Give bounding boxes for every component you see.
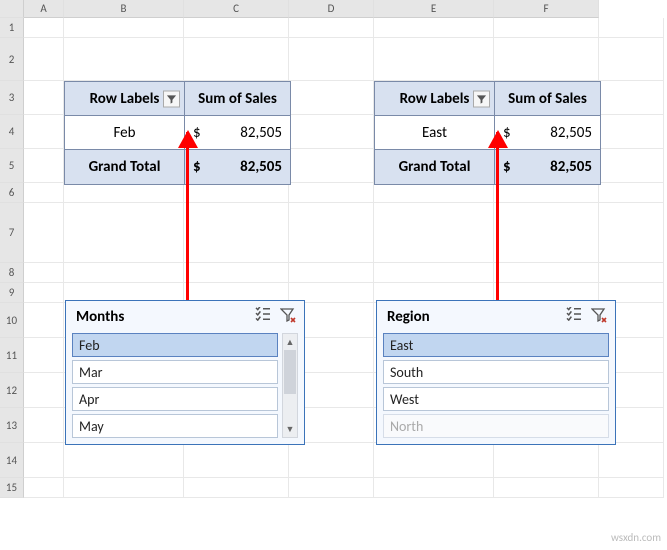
- row-header-12[interactable]: 12: [0, 373, 24, 408]
- clear-filter-icon[interactable]: [591, 307, 607, 327]
- slicer-region[interactable]: Region East South West North: [376, 300, 616, 445]
- row-header-14[interactable]: 14: [0, 443, 24, 478]
- scroll-down-icon[interactable]: ▼: [283, 421, 297, 437]
- pivot2-rowlabel-text: Row Labels: [400, 90, 470, 108]
- pivot1-grand-total-value: $82,505: [185, 150, 290, 184]
- row-header-2[interactable]: 2: [0, 38, 24, 81]
- pivot1-grand-total-label: Grand Total: [65, 150, 185, 184]
- slicer-item-north[interactable]: North: [383, 414, 609, 438]
- arrow-icon: [186, 132, 189, 327]
- slicer-months-title: Months: [76, 308, 124, 326]
- pivot1-data-label[interactable]: Feb: [65, 116, 185, 150]
- scrollbar[interactable]: ▲ ▼: [282, 333, 298, 438]
- pivot2-grand-total-value: $82,505: [495, 150, 600, 184]
- clear-filter-icon[interactable]: [280, 307, 296, 327]
- slicer-months[interactable]: Months Feb Mar Apr May ▲ ▼: [65, 300, 305, 445]
- row-header-3[interactable]: 3: [0, 81, 24, 115]
- row-header-15[interactable]: 15: [0, 478, 24, 498]
- scroll-thumb[interactable]: [284, 350, 296, 394]
- row-header-4[interactable]: 4: [0, 115, 24, 149]
- slicer-item-mar[interactable]: Mar: [72, 360, 278, 384]
- column-headers: A B C D E F: [24, 0, 599, 18]
- filter-icon[interactable]: [163, 90, 180, 107]
- row-header-13[interactable]: 13: [0, 408, 24, 443]
- row-header-7[interactable]: 7: [0, 203, 24, 263]
- col-header-e[interactable]: E: [374, 0, 494, 18]
- slicer-region-title: Region: [387, 308, 430, 326]
- row-header-6[interactable]: 6: [0, 183, 24, 203]
- multi-select-icon[interactable]: [565, 307, 583, 327]
- pivot2-row-labels-header[interactable]: Row Labels: [375, 82, 495, 116]
- scroll-up-icon[interactable]: ▲: [283, 334, 297, 350]
- col-header-a[interactable]: A: [24, 0, 64, 18]
- slicer-item-east[interactable]: East: [383, 333, 609, 357]
- row-header-1[interactable]: 1: [0, 18, 24, 38]
- row-header-10[interactable]: 10: [0, 303, 24, 338]
- slicer-item-feb[interactable]: Feb: [72, 333, 278, 357]
- col-header-b[interactable]: B: [64, 0, 184, 18]
- row-header-11[interactable]: 11: [0, 338, 24, 373]
- col-header-c[interactable]: C: [184, 0, 289, 18]
- pivot1-data-value[interactable]: $82,505: [185, 116, 290, 150]
- pivot2-sum-header: Sum of Sales: [495, 82, 600, 116]
- slicer-item-west[interactable]: West: [383, 387, 609, 411]
- pivot1-sum-header: Sum of Sales: [185, 82, 290, 116]
- slicer-item-apr[interactable]: Apr: [72, 387, 278, 411]
- row-header-9[interactable]: 9: [0, 283, 24, 303]
- pivot2-data-label[interactable]: East: [375, 116, 495, 150]
- pivot2-grand-total-label: Grand Total: [375, 150, 495, 184]
- pivot1-row-labels-header[interactable]: Row Labels: [65, 82, 185, 116]
- pivot1-rowlabel-text: Row Labels: [90, 90, 160, 108]
- pivot2-data-value[interactable]: $82,505: [495, 116, 600, 150]
- row-header-5[interactable]: 5: [0, 149, 24, 183]
- row-headers: 1 2 3 4 5 6 7 8 9 10 11 12 13 14 15: [0, 0, 24, 498]
- watermark: wsxdn.com: [611, 531, 661, 544]
- arrow-icon: [496, 132, 499, 327]
- col-header-d[interactable]: D: [289, 0, 374, 18]
- filter-icon[interactable]: [473, 90, 490, 107]
- row-header-8[interactable]: 8: [0, 263, 24, 283]
- multi-select-icon[interactable]: [254, 307, 272, 327]
- col-header-f[interactable]: F: [494, 0, 599, 18]
- slicer-item-south[interactable]: South: [383, 360, 609, 384]
- slicer-item-may[interactable]: May: [72, 414, 278, 438]
